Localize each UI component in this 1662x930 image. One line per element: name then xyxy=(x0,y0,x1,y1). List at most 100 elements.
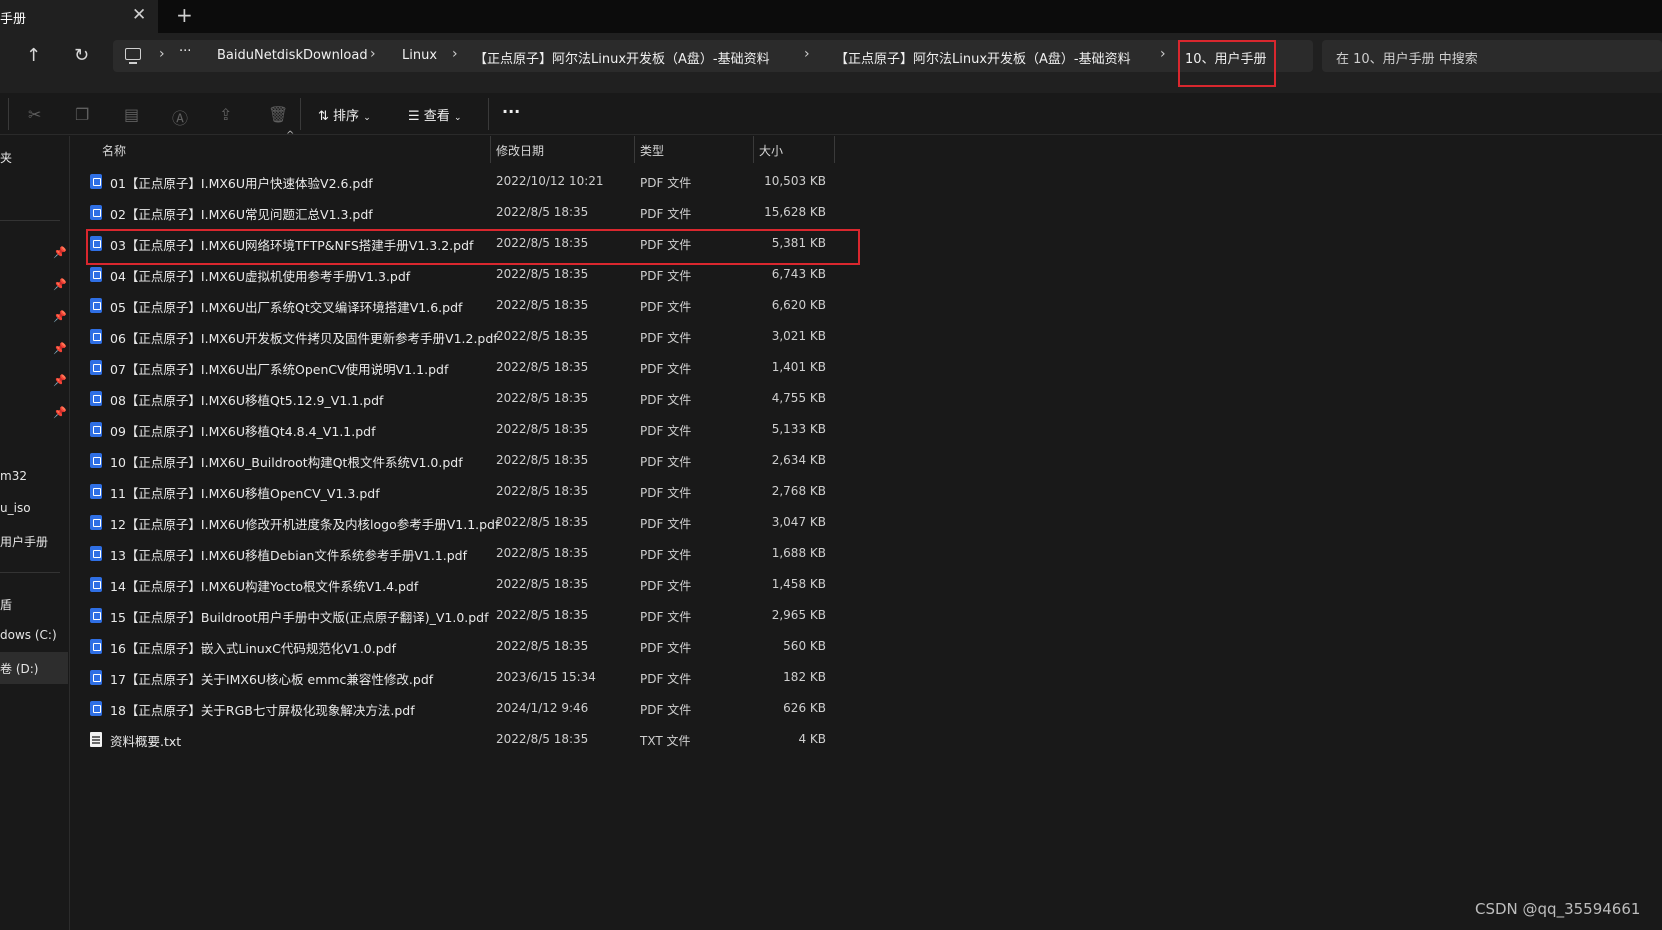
nav-item[interactable]: 夹 xyxy=(0,149,12,166)
file-row[interactable]: 09【正点原子】I.MX6U移植Qt4.8.4_V1.1.pdf 2022/8/5… xyxy=(86,414,826,445)
new-tab-button[interactable]: + xyxy=(176,3,193,27)
column-divider[interactable] xyxy=(634,136,635,163)
breadcrumb-item[interactable]: Linux xyxy=(402,48,437,63)
file-size: 6,620 KB xyxy=(771,298,826,312)
file-type: PDF 文件 xyxy=(640,300,692,314)
file-type: PDF 文件 xyxy=(640,517,692,531)
file-name: 06【正点原子】I.MX6U开发板文件拷贝及固件更新参考手册V1.2.pdf xyxy=(110,331,498,346)
nav-item[interactable]: 用户手册 xyxy=(0,533,48,550)
file-date: 2022/8/5 18:35 xyxy=(496,732,589,746)
chevron-right-icon: › xyxy=(1160,46,1166,62)
file-date: 2022/8/5 18:35 xyxy=(496,329,589,343)
pdf-file-icon xyxy=(90,329,102,344)
file-type: PDF 文件 xyxy=(640,610,692,624)
pin-icon: 📌 xyxy=(53,374,67,387)
search-input[interactable]: 在 10、用户手册 中搜索 xyxy=(1322,40,1662,72)
computer-icon[interactable] xyxy=(125,48,141,60)
sort-icon: ⇅ xyxy=(318,109,329,124)
divider xyxy=(300,98,301,130)
column-divider[interactable] xyxy=(834,136,835,163)
divider xyxy=(488,98,489,130)
divider xyxy=(0,220,60,221)
pdf-file-icon xyxy=(90,546,102,561)
nav-item-drive-c[interactable]: dows (C:) xyxy=(0,628,57,642)
file-row[interactable]: 10【正点原子】I.MX6U_Buildroot构建Qt根文件系统V1.0.pd… xyxy=(86,445,826,476)
file-row[interactable]: 18【正点原子】关于RGB七寸屏极化现象解决方法.pdf 2024/1/12 9:… xyxy=(86,693,826,724)
share-icon[interactable]: ⇪ xyxy=(219,105,232,124)
breadcrumb-more[interactable]: ··· xyxy=(179,44,191,59)
chevron-right-icon: › xyxy=(370,46,376,62)
pdf-file-icon xyxy=(90,484,102,499)
nav-item[interactable]: m32 xyxy=(0,469,27,483)
file-name: 18【正点原子】关于RGB七寸屏极化现象解决方法.pdf xyxy=(110,703,415,718)
pdf-file-icon xyxy=(90,267,102,282)
pin-icon: 📌 xyxy=(53,406,67,419)
file-row[interactable]: 14【正点原子】I.MX6U构建Yocto根文件系统V1.4.pdf 2022/8… xyxy=(86,569,826,600)
pdf-file-icon xyxy=(90,577,102,592)
breadcrumb-item[interactable]: 【正点原子】阿尔法Linux开发板（A盘）-基础资料 xyxy=(835,48,1131,67)
text-file-icon xyxy=(90,732,102,747)
close-icon[interactable]: ✕ xyxy=(132,5,146,25)
command-bar: ✂ ❐ ▤ Ⓐ ⇪ 🗑 ⇅ 排序 ⌄ ☰ 查看 ⌄ ··· xyxy=(0,93,1662,135)
column-header: ^ 名称 修改日期 类型 大小 xyxy=(72,130,835,163)
file-name: 12【正点原子】I.MX6U修改开机进度条及内核logo参考手册V1.1.pdf xyxy=(110,517,500,532)
file-row[interactable]: 17【正点原子】关于IMX6U核心板 emmc兼容性修改.pdf 2023/6/1… xyxy=(86,662,826,693)
column-size[interactable]: 大小 xyxy=(759,142,783,159)
file-row[interactable]: 07【正点原子】I.MX6U出厂系统OpenCV使用说明V1.1.pdf 2022… xyxy=(86,352,826,383)
view-button[interactable]: ☰ 查看 ⌄ xyxy=(408,105,462,124)
file-row[interactable]: 01【正点原子】I.MX6U用户快速体验V2.6.pdf 2022/10/12 1… xyxy=(86,166,826,197)
delete-icon[interactable]: 🗑 xyxy=(268,105,288,124)
file-name: 15【正点原子】Buildroot用户手册中文版(正点原子翻译)_V1.0.pd… xyxy=(110,610,489,625)
chevron-down-icon: ⌄ xyxy=(363,113,371,123)
chevron-down-icon: ⌄ xyxy=(453,113,462,123)
pin-icon: 📌 xyxy=(53,278,67,291)
breadcrumb-item[interactable]: 【正点原子】阿尔法Linux开发板（A盘）-基础资料 xyxy=(474,48,770,67)
tab-bar: 手册 ✕ + xyxy=(0,0,1662,33)
pdf-file-icon xyxy=(90,453,102,468)
file-size: 6,743 KB xyxy=(771,267,826,281)
file-row[interactable]: 11【正点原子】I.MX6U移植OpenCV_V1.3.pdf 2022/8/5 … xyxy=(86,476,826,507)
paste-icon[interactable]: ▤ xyxy=(124,105,139,124)
nav-item[interactable]: 盾 xyxy=(0,596,12,613)
address-bar[interactable]: › ··· BaiduNetdiskDownload › Linux › 【正点… xyxy=(113,40,1313,72)
up-arrow-icon[interactable]: ↑ xyxy=(26,45,41,66)
file-row[interactable]: 06【正点原子】I.MX6U开发板文件拷贝及固件更新参考手册V1.2.pdf 20… xyxy=(86,321,826,352)
column-divider[interactable] xyxy=(490,136,491,163)
file-type: PDF 文件 xyxy=(640,455,692,469)
file-name: 02【正点原子】I.MX6U常见问题汇总V1.3.pdf xyxy=(110,207,373,222)
tab-title: 手册 xyxy=(0,12,27,27)
file-row[interactable]: 13【正点原子】I.MX6U移植Debian文件系统参考手册V1.1.pdf 20… xyxy=(86,538,826,569)
sort-button[interactable]: ⇅ 排序 ⌄ xyxy=(318,105,371,124)
file-name: 04【正点原子】I.MX6U虚拟机使用参考手册V1.3.pdf xyxy=(110,269,411,284)
pdf-file-icon xyxy=(90,639,102,654)
file-row[interactable]: 资料概要.txt 2022/8/5 18:35 TXT 文件 4 KB xyxy=(86,724,826,755)
address-row: ↑ ↻ › ··· BaiduNetdiskDownload › Linux ›… xyxy=(0,33,1662,93)
file-row[interactable]: 02【正点原子】I.MX6U常见问题汇总V1.3.pdf 2022/8/5 18:… xyxy=(86,197,826,228)
column-divider[interactable] xyxy=(753,136,754,163)
file-row[interactable]: 05【正点原子】I.MX6U出厂系统Qt交叉编译环境搭建V1.6.pdf 2022… xyxy=(86,290,826,321)
more-options-button[interactable]: ··· xyxy=(502,102,520,121)
breadcrumb-item[interactable]: BaiduNetdiskDownload xyxy=(217,48,368,63)
file-row[interactable]: 08【正点原子】I.MX6U移植Qt5.12.9_V1.1.pdf 2022/8/… xyxy=(86,383,826,414)
file-date: 2022/8/5 18:35 xyxy=(496,515,589,529)
rename-icon[interactable]: Ⓐ xyxy=(172,105,188,129)
file-type: PDF 文件 xyxy=(640,331,692,345)
cut-icon[interactable]: ✂ xyxy=(28,105,41,124)
file-row[interactable]: 16【正点原子】嵌入式LinuxC代码规范化V1.0.pdf 2022/8/5 1… xyxy=(86,631,826,662)
file-row[interactable]: 12【正点原子】I.MX6U修改开机进度条及内核logo参考手册V1.1.pdf… xyxy=(86,507,826,538)
pdf-file-icon xyxy=(90,205,102,220)
tab-current[interactable]: 手册 ✕ xyxy=(0,0,158,33)
pin-icon: 📌 xyxy=(53,342,67,355)
nav-item[interactable]: u_iso xyxy=(0,501,31,515)
file-type: PDF 文件 xyxy=(640,641,692,655)
nav-item-selected[interactable]: 卷 (D:) xyxy=(0,652,68,684)
column-name[interactable]: 名称 xyxy=(102,142,126,159)
file-size: 1,688 KB xyxy=(771,546,826,560)
file-row[interactable]: 15【正点原子】Buildroot用户手册中文版(正点原子翻译)_V1.0.pd… xyxy=(86,600,826,631)
refresh-icon[interactable]: ↻ xyxy=(74,45,89,66)
column-type[interactable]: 类型 xyxy=(640,142,664,159)
file-name: 01【正点原子】I.MX6U用户快速体验V2.6.pdf xyxy=(110,176,373,191)
sort-label: 排序 xyxy=(333,109,360,124)
column-date[interactable]: 修改日期 xyxy=(496,142,544,159)
copy-icon[interactable]: ❐ xyxy=(75,105,89,124)
